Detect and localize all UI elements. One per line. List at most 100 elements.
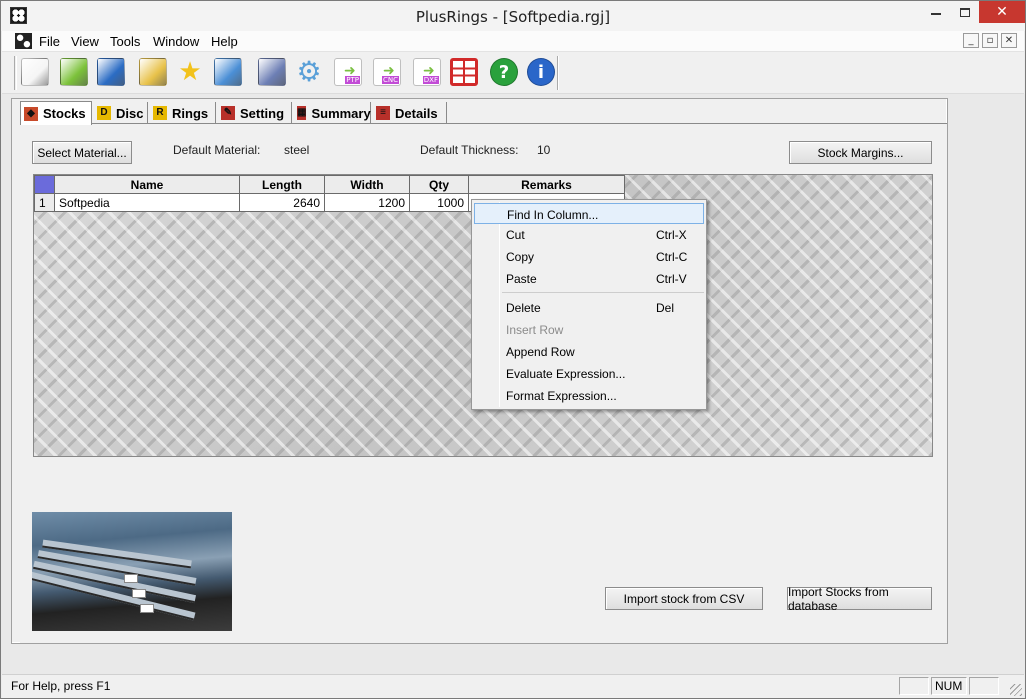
menu-tools[interactable]: Tools xyxy=(110,34,140,49)
cell-name[interactable]: Softpedia xyxy=(54,193,240,212)
context-menu-shortcut: Ctrl-C xyxy=(656,250,688,264)
table-header-row: Name Length Width Qty Remarks xyxy=(34,175,625,194)
context-menu-item-append-row[interactable]: Append Row xyxy=(474,341,704,362)
toolbar-separator xyxy=(557,56,559,90)
disc-tab-icon: D xyxy=(97,106,111,120)
toolbar-grip[interactable] xyxy=(14,56,17,90)
status-pane-caps xyxy=(899,677,929,695)
menu-view[interactable]: View xyxy=(71,34,99,49)
column-header-name[interactable]: Name xyxy=(54,175,240,194)
gear-icon: ⚙ xyxy=(296,55,322,88)
cell-length[interactable]: 2640 xyxy=(239,193,325,212)
title-bar[interactable]: PlusRings - [Softpedia.rgj] ✕ xyxy=(1,1,1025,31)
cell-qty[interactable]: 1000 xyxy=(409,193,469,212)
summary-tab-icon: ▦ xyxy=(297,106,307,120)
star-button[interactable]: ★ xyxy=(173,55,207,89)
close-icon: ✕ xyxy=(996,4,1008,20)
open-folder-button[interactable] xyxy=(57,55,91,89)
tab-stocks[interactable]: ◆ Stocks xyxy=(20,101,92,125)
mdi-close-button[interactable]: ✕ xyxy=(1001,33,1017,48)
steel-sheets-photo xyxy=(32,512,232,631)
column-header-qty[interactable]: Qty xyxy=(409,175,469,194)
help-button[interactable]: ? xyxy=(487,55,521,89)
resize-grip[interactable] xyxy=(1010,684,1022,696)
tab-setting[interactable]: ✎ Setting xyxy=(218,102,292,124)
tab-label: Details xyxy=(395,105,438,121)
menu-file[interactable]: File xyxy=(39,34,60,49)
context-menu-item-label: Format Expression... xyxy=(506,389,617,403)
default-material-label: Default Material: xyxy=(173,143,261,157)
context-menu-shortcut: Del xyxy=(656,301,675,315)
row-number[interactable]: 1 xyxy=(34,193,55,212)
context-menu-item-paste[interactable]: Paste Ctrl-V xyxy=(474,268,704,289)
tab-rings[interactable]: R Rings xyxy=(150,102,216,124)
tab-details[interactable]: ≡ Details xyxy=(373,102,447,124)
context-menu-item-evaluate-expression[interactable]: Evaluate Expression... xyxy=(474,363,704,384)
document-system-menu-icon[interactable] xyxy=(15,33,32,49)
status-bar: For Help, press F1 NUM xyxy=(2,674,1024,698)
context-menu-item-label: Evaluate Expression... xyxy=(506,367,626,381)
new-document-icon xyxy=(21,58,49,86)
status-num-indicator: NUM xyxy=(931,677,967,695)
minimize-icon xyxy=(931,13,941,15)
select-all-corner[interactable] xyxy=(34,175,55,194)
grid-layout-button[interactable] xyxy=(447,55,481,89)
grid-layout-icon xyxy=(450,58,478,86)
context-menu-item-label: Copy xyxy=(506,250,535,264)
status-help-text: For Help, press F1 xyxy=(11,679,111,693)
context-menu-item-insert-row: Insert Row xyxy=(474,319,704,340)
cnc-export-button[interactable]: CNC ➜ xyxy=(370,55,404,89)
column-header-width[interactable]: Width xyxy=(324,175,410,194)
ptp-export-button[interactable]: PTP ➜ xyxy=(331,55,365,89)
stock-margins-button[interactable]: Stock Margins... xyxy=(789,141,932,164)
details-tab-icon: ≡ xyxy=(376,106,390,120)
checklist-button[interactable] xyxy=(255,55,289,89)
context-menu-separator xyxy=(502,292,704,293)
info-button[interactable]: i xyxy=(524,55,558,89)
dxf-export-button[interactable]: DXF ➜ xyxy=(410,55,444,89)
context-menu: Find In Column... Cut Ctrl-X Copy Ctrl-C Past… xyxy=(471,199,707,410)
context-menu-item-copy[interactable]: Copy Ctrl-C xyxy=(474,246,704,267)
tab-label: Disc xyxy=(116,105,144,121)
mdi-restore-button[interactable]: ▫ xyxy=(982,33,998,48)
save-disk-icon xyxy=(97,58,125,86)
cell-width[interactable]: 1200 xyxy=(324,193,410,212)
save-disk-button[interactable] xyxy=(94,55,128,89)
palette-button[interactable] xyxy=(211,55,245,89)
menu-window[interactable]: Window xyxy=(153,34,199,49)
context-menu-item-find-in-column[interactable]: Find In Column... xyxy=(474,203,704,224)
default-thickness-label: Default Thickness: xyxy=(420,143,519,157)
default-thickness-value: 10 xyxy=(537,143,551,157)
close-button[interactable]: ✕ xyxy=(979,1,1025,23)
maximize-button[interactable] xyxy=(951,1,979,23)
default-material-value: steel xyxy=(284,143,310,157)
tab-summary[interactable]: ▦ Summary xyxy=(294,102,371,124)
import-database-button[interactable]: Import Stocks from database xyxy=(787,585,932,613)
context-menu-item-label: Find In Column... xyxy=(507,208,599,222)
column-header-length[interactable]: Length xyxy=(239,175,325,194)
context-menu-item-format-expression[interactable]: Format Expression... xyxy=(474,385,704,406)
context-menu-item-delete[interactable]: Delete Del xyxy=(474,297,704,318)
column-header-remarks[interactable]: Remarks xyxy=(468,175,625,194)
context-menu-item-cut[interactable]: Cut Ctrl-X xyxy=(474,224,704,245)
context-menu-item-label: Paste xyxy=(506,272,537,286)
minimize-button[interactable] xyxy=(921,1,951,23)
gear-button[interactable]: ⚙ xyxy=(292,55,326,89)
lock-button[interactable] xyxy=(136,55,170,89)
tab-disc[interactable]: D Disc xyxy=(94,102,148,124)
tab-label: Setting xyxy=(240,105,285,121)
tab-label: Stocks xyxy=(43,106,86,121)
tab-label: Rings xyxy=(172,105,209,121)
new-document-button[interactable] xyxy=(18,55,52,89)
context-menu-shortcut: Ctrl-V xyxy=(656,272,687,286)
menu-help[interactable]: Help xyxy=(211,34,238,49)
mdi-minimize-button[interactable]: _ xyxy=(963,33,979,48)
context-menu-item-label: Cut xyxy=(506,228,525,242)
palette-icon xyxy=(214,58,242,86)
dxf-export-icon: DXF ➜ xyxy=(413,58,441,86)
context-menu-item-label: Delete xyxy=(506,301,541,315)
window-title: PlusRings - [Softpedia.rgj] xyxy=(415,8,611,26)
select-material-button[interactable]: Select Material... xyxy=(32,141,132,164)
menu-bar: File View Tools Window Help _ ▫ ✕ xyxy=(2,31,1024,52)
import-csv-button[interactable]: Import stock from CSV xyxy=(605,587,763,610)
